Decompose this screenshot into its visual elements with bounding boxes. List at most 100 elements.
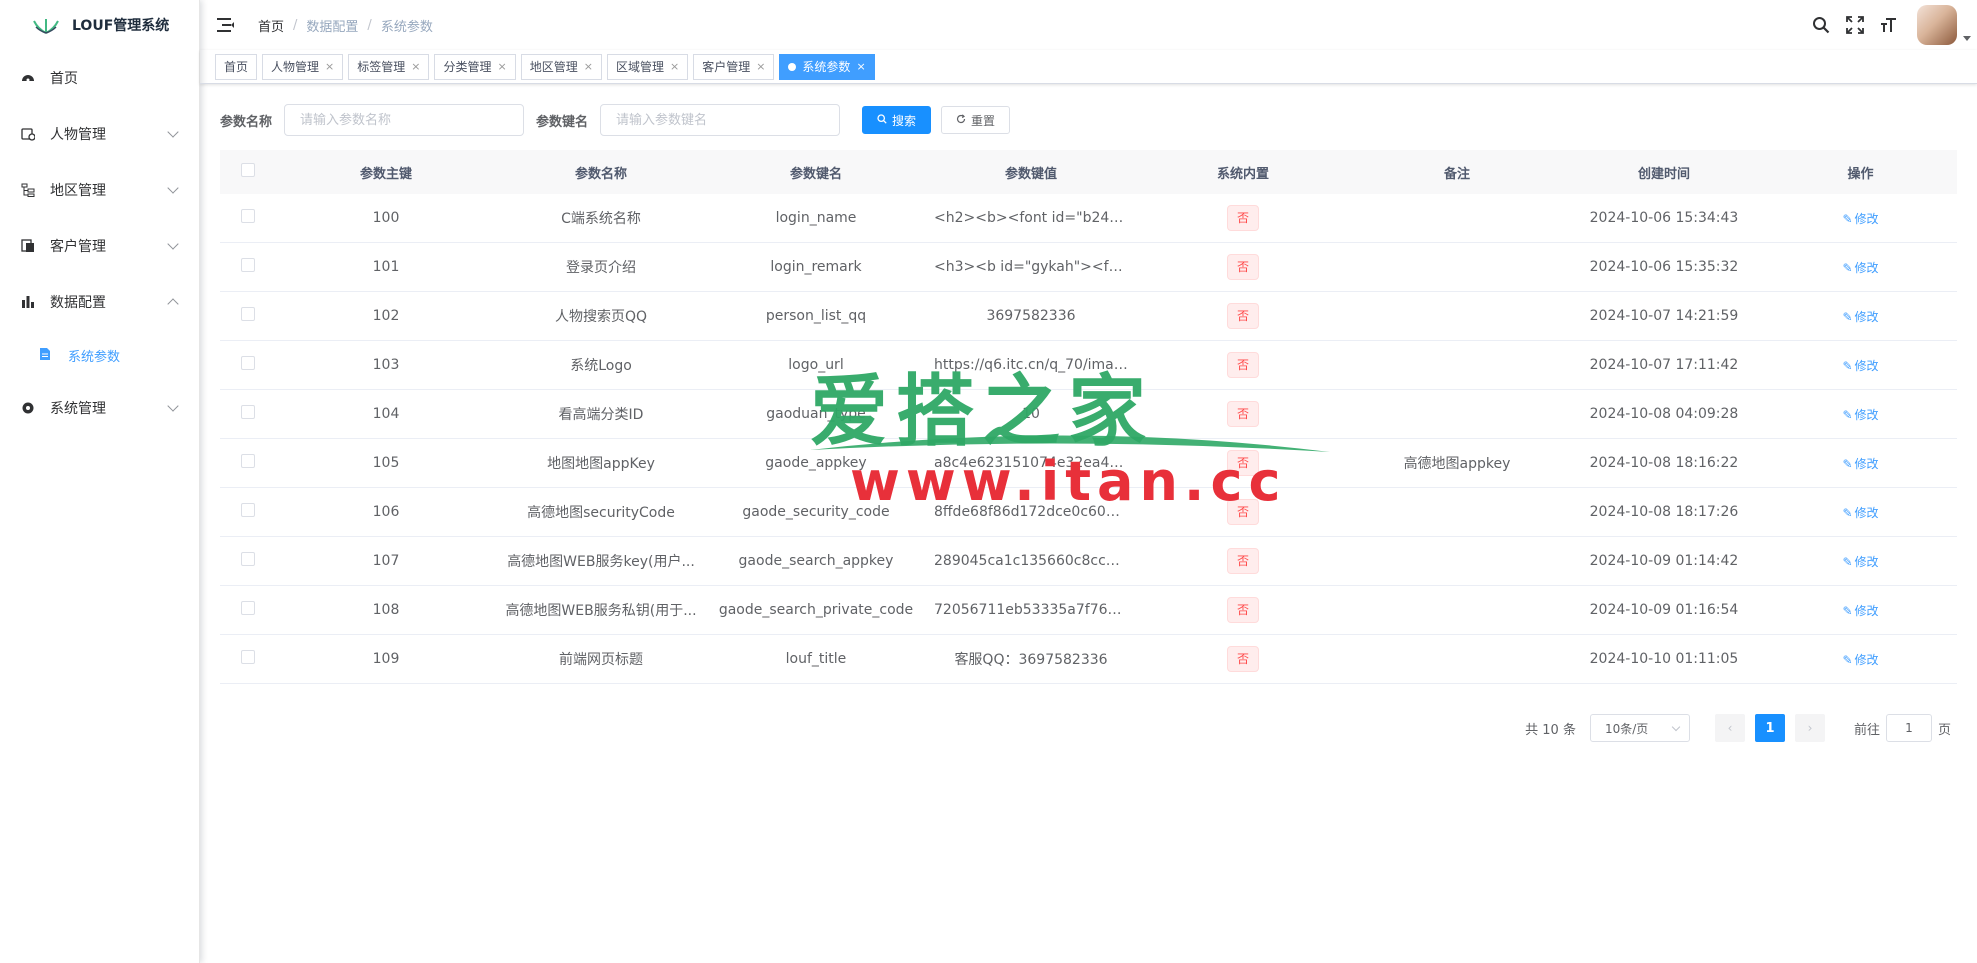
row-checkbox[interactable] xyxy=(241,454,255,468)
edit-button[interactable]: ✎ 修改 xyxy=(1842,408,1878,422)
param-id: 108 xyxy=(372,602,400,618)
breadcrumb-home[interactable]: 首页 xyxy=(258,16,284,35)
app-logo[interactable]: LOUF管理系统 xyxy=(0,0,199,50)
row-checkbox[interactable] xyxy=(241,405,255,419)
builtin-cell: 否 xyxy=(1136,401,1350,427)
edit-button[interactable]: ✎ 修改 xyxy=(1842,261,1878,275)
edit-button[interactable]: ✎ 修改 xyxy=(1842,310,1878,324)
tag-area[interactable]: 区域管理 × xyxy=(606,53,689,80)
table-row: 107 高德地图WEB服务key(用户... gaode_search_appkey… xyxy=(220,537,1957,586)
close-icon[interactable]: × xyxy=(584,55,593,79)
table-row: 109 前端网页标题 louf_title 客服QQ：3697582336 否 2024-… xyxy=(220,635,1957,684)
edit-button[interactable]: ✎ 修改 xyxy=(1842,359,1878,373)
param-key-input[interactable] xyxy=(600,104,841,136)
tag-category[interactable]: 分类管理 × xyxy=(434,53,516,80)
sidebar-item-system-mgmt[interactable]: 系统管理 xyxy=(0,380,199,436)
edit-button-label: 修改 xyxy=(1854,309,1879,324)
hamburger-icon[interactable] xyxy=(216,15,236,35)
close-icon[interactable]: × xyxy=(670,55,679,79)
params-table: 参数主键 参数名称 参数键名 参数键值 系统内置 备注 创建时间 操作 100 C… xyxy=(220,150,1957,684)
edit-button-label: 修改 xyxy=(1854,407,1879,422)
close-icon[interactable]: × xyxy=(498,55,507,79)
action-cell: ✎ 修改 xyxy=(1764,406,1957,423)
tag-customer[interactable]: 客户管理 × xyxy=(693,53,775,80)
select-all-checkbox[interactable] xyxy=(241,163,255,177)
chevron-down-icon xyxy=(167,238,179,250)
row-checkbox[interactable] xyxy=(241,209,255,223)
column-header: 操作 xyxy=(1847,166,1874,182)
close-icon[interactable]: × xyxy=(325,55,334,79)
param-value: a8c4e623151074e32ea444... xyxy=(934,455,1136,471)
chevron-down-icon xyxy=(167,182,179,194)
row-checkbox[interactable] xyxy=(241,307,255,321)
edit-button[interactable]: ✎ 修改 xyxy=(1842,555,1878,569)
edit-button[interactable]: ✎ 修改 xyxy=(1842,506,1878,520)
page-number-button[interactable]: 1 xyxy=(1754,714,1785,742)
leaf-logo-icon xyxy=(33,19,59,34)
tag-region[interactable]: 地区管理 × xyxy=(520,53,602,80)
sidebar-item-home[interactable]: 首页 xyxy=(0,50,199,106)
goto-page-input[interactable] xyxy=(1885,714,1932,742)
param-value: 客服QQ：3697582336 xyxy=(954,652,1108,668)
row-checkbox[interactable] xyxy=(241,503,255,517)
row-checkbox[interactable] xyxy=(241,258,255,272)
fullscreen-icon[interactable] xyxy=(1845,15,1865,35)
page-size-select[interactable]: 10条/页 xyxy=(1589,714,1690,742)
prev-page-button[interactable]: ‹ xyxy=(1714,714,1745,742)
edit-button[interactable]: ✎ 修改 xyxy=(1842,212,1878,226)
column-header: 参数键值 xyxy=(1004,166,1057,182)
edit-icon: ✎ xyxy=(1842,358,1853,373)
builtin-badge: 否 xyxy=(1226,548,1259,574)
table-row: 103 系统Logo logo_url https://q6.itc.cn/q_70/… xyxy=(220,341,1957,390)
tag-labels[interactable]: 标签管理 × xyxy=(348,53,430,80)
avatar[interactable] xyxy=(1917,5,1971,45)
param-key: gaode_search_private_code xyxy=(718,602,914,618)
search-icon[interactable] xyxy=(1811,15,1831,35)
tag-home[interactable]: 首页 xyxy=(215,53,258,80)
param-value: <h2><b><font id="b24ym" f... xyxy=(934,210,1136,226)
row-checkbox[interactable] xyxy=(241,552,255,566)
font-size-icon[interactable] xyxy=(1879,15,1899,35)
builtin-badge: 否 xyxy=(1226,352,1259,378)
close-icon[interactable]: × xyxy=(411,55,420,79)
param-key: gaode_search_appkey xyxy=(738,553,894,569)
next-page-button[interactable]: › xyxy=(1794,714,1825,742)
close-icon[interactable]: × xyxy=(856,55,865,79)
edit-button[interactable]: ✎ 修改 xyxy=(1842,653,1878,667)
param-name-input[interactable] xyxy=(284,104,525,136)
builtin-cell: 否 xyxy=(1136,646,1350,672)
edit-button[interactable]: ✎ 修改 xyxy=(1842,604,1878,618)
param-id: 104 xyxy=(372,406,400,422)
sidebar-item-label: 系统管理 xyxy=(50,401,106,417)
gear-icon xyxy=(20,400,36,416)
sidebar-item-label: 首页 xyxy=(50,71,78,87)
search-button[interactable]: 搜索 xyxy=(862,106,932,134)
column-header: 备注 xyxy=(1443,166,1470,182)
edit-icon: ✎ xyxy=(1842,652,1853,667)
row-checkbox[interactable] xyxy=(241,601,255,615)
sidebar-item-customer[interactable]: 客户管理 xyxy=(0,218,199,274)
sidebar-item-data-config[interactable]: 数据配置 xyxy=(0,274,199,330)
sidebar-item-label: 人物管理 xyxy=(50,127,106,143)
table-row: 106 高德地图securityCode gaode_security_code 8f… xyxy=(220,488,1957,537)
action-cell: ✎ 修改 xyxy=(1764,357,1957,374)
param-key: gaoduan_type xyxy=(766,406,866,422)
edit-icon: ✎ xyxy=(1842,456,1853,471)
param-value: 8ffde68f86d172dce0c60362... xyxy=(934,504,1136,520)
goto-page: 前往 页 xyxy=(1854,714,1951,742)
column-header: 系统内置 xyxy=(1216,166,1269,182)
close-icon[interactable]: × xyxy=(756,55,765,79)
row-checkbox[interactable] xyxy=(241,650,255,664)
reset-button[interactable]: 重置 xyxy=(941,106,1011,134)
sidebar-item-people[interactable]: 人物管理 xyxy=(0,106,199,162)
sidebar-item-system-params[interactable]: 系统参数 xyxy=(0,330,199,380)
table-row: 101 登录页介绍 login_remark <h3><b id="gykah"><f… xyxy=(220,243,1957,292)
tag-people[interactable]: 人物管理 × xyxy=(262,53,344,80)
sidebar-item-region[interactable]: 地区管理 xyxy=(0,162,199,218)
param-name: 高德地图securityCode xyxy=(527,505,675,521)
row-checkbox[interactable] xyxy=(241,356,255,370)
builtin-cell: 否 xyxy=(1136,352,1350,378)
tag-system-params[interactable]: 系统参数 × xyxy=(779,53,875,80)
edit-button[interactable]: ✎ 修改 xyxy=(1842,457,1878,471)
sidebar-menu: 首页 人物管理 地区管理 客户管理 数据配置 系统参数 系统管理 xyxy=(0,50,199,436)
